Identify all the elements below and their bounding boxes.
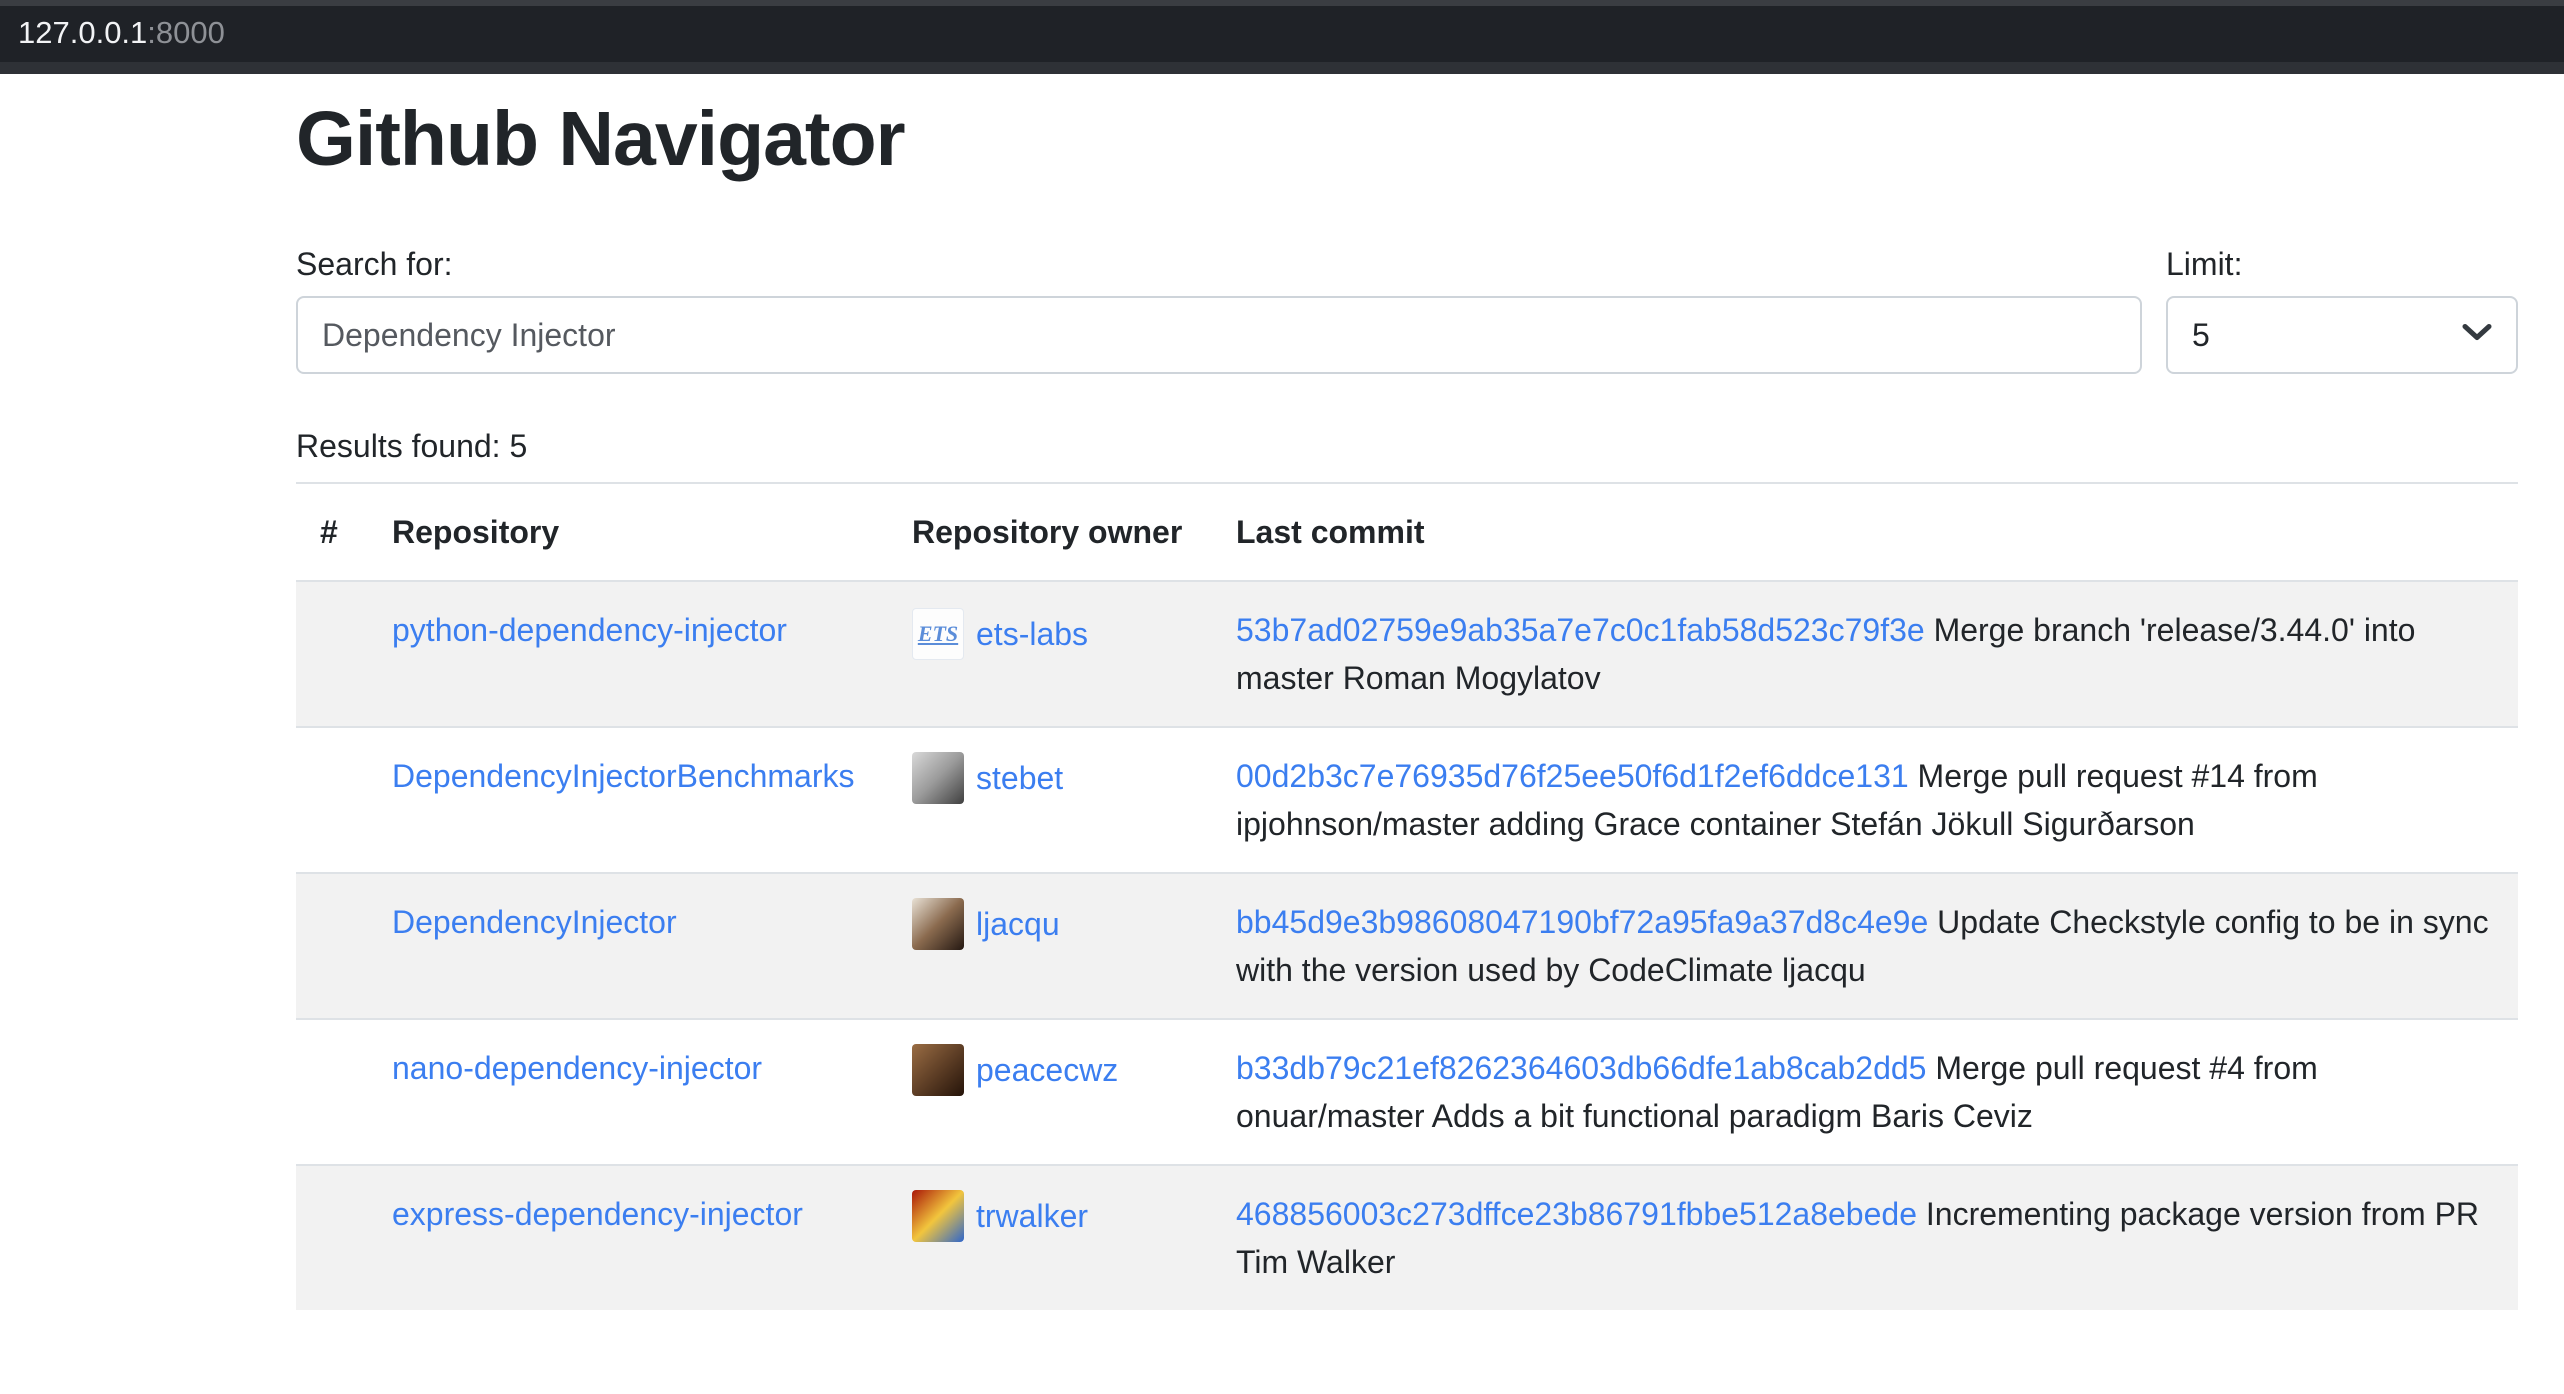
commit-hash-link[interactable]: bb45d9e3b98608047190bf72a95fa9a37d8c4e9e [1236, 904, 1928, 940]
column-header-owner: Repository owner [888, 483, 1212, 581]
results-table: # Repository Repository owner Last commi… [296, 482, 2518, 1310]
repository-link[interactable]: DependencyInjectorBenchmarks [392, 758, 854, 794]
commit-cell: b33db79c21ef8262364603db66dfe1ab8cab2dd5… [1212, 1019, 2518, 1165]
ljacqu-photo-avatar [912, 898, 964, 950]
address-bar[interactable]: 127.0.0.1:8000 [18, 13, 225, 53]
commit-hash-link[interactable]: b33db79c21ef8262364603db66dfe1ab8cab2dd5 [1236, 1050, 1926, 1086]
repository-cell: python-dependency-injector [368, 581, 888, 727]
browser-chrome-top-stripe [0, 0, 2564, 6]
column-header-last-commit: Last commit [1212, 483, 2518, 581]
repository-link[interactable]: DependencyInjector [392, 904, 677, 940]
search-form: Search for: Limit: 5 [296, 240, 2518, 374]
owner-link[interactable]: stebet [976, 754, 1063, 802]
repository-cell: DependencyInjector [368, 873, 888, 1019]
commit-cell: 468856003c273dffce23b86791fbbe512a8ebede… [1212, 1165, 2518, 1310]
owner-cell: peacecwz [888, 1019, 1212, 1165]
limit-label: Limit: [2166, 240, 2518, 288]
page-title: Github Navigator [296, 94, 2518, 184]
row-index-cell [296, 727, 368, 873]
table-row: express-dependency-injector trwalker 468… [296, 1165, 2518, 1310]
table-row: nano-dependency-injector peacecwz b33db7… [296, 1019, 2518, 1165]
peacecwz-photo-avatar [912, 1044, 964, 1096]
commit-cell: bb45d9e3b98608047190bf72a95fa9a37d8c4e9e… [1212, 873, 2518, 1019]
trwalker-photo-avatar [912, 1190, 964, 1242]
results-table-head: # Repository Repository owner Last commi… [296, 483, 2518, 581]
commit-hash-link[interactable]: 53b7ad02759e9ab35a7e7c0c1fab58d523c79f3e [1236, 612, 1925, 648]
column-header-repository: Repository [368, 483, 888, 581]
search-input[interactable] [296, 296, 2142, 374]
commit-cell: 00d2b3c7e76935d76f25ee50f6d1f2ef6ddce131… [1212, 727, 2518, 873]
repository-cell: nano-dependency-injector [368, 1019, 888, 1165]
repository-link[interactable]: express-dependency-injector [392, 1196, 803, 1232]
commit-hash-link[interactable]: 00d2b3c7e76935d76f25ee50f6d1f2ef6ddce131 [1236, 758, 1909, 794]
ets-labs-logo-avatar: ETS [912, 608, 964, 660]
commit-cell: 53b7ad02759e9ab35a7e7c0c1fab58d523c79f3e… [1212, 581, 2518, 727]
search-label: Search for: [296, 240, 2142, 288]
browser-chrome-bottom-stripe [0, 62, 2564, 74]
row-index-cell [296, 1019, 368, 1165]
owner-cell: stebet [888, 727, 1212, 873]
owner-link[interactable]: peacecwz [976, 1046, 1118, 1094]
owner-link[interactable]: ets-labs [976, 610, 1088, 658]
limit-group: Limit: 5 [2166, 240, 2518, 374]
table-row: DependencyInjector ljacqu bb45d9e3b98608… [296, 873, 2518, 1019]
address-host: 127.0.0.1 [18, 15, 147, 50]
row-index-cell [296, 873, 368, 1019]
repository-link[interactable]: python-dependency-injector [392, 612, 787, 648]
limit-select-wrap: 5 [2166, 296, 2518, 374]
owner-link[interactable]: trwalker [976, 1192, 1088, 1240]
column-header-index: # [296, 483, 368, 581]
repository-cell: express-dependency-injector [368, 1165, 888, 1310]
commit-hash-link[interactable]: 468856003c273dffce23b86791fbbe512a8ebede [1236, 1196, 1917, 1232]
row-index-cell [296, 1165, 368, 1310]
address-port: :8000 [147, 15, 225, 50]
owner-cell: ljacqu [888, 873, 1212, 1019]
limit-select[interactable]: 5 [2166, 296, 2518, 374]
table-row: python-dependency-injector ETS ets-labs … [296, 581, 2518, 727]
stebet-photo-avatar [912, 752, 964, 804]
repository-cell: DependencyInjectorBenchmarks [368, 727, 888, 873]
results-table-body: python-dependency-injector ETS ets-labs … [296, 581, 2518, 1310]
owner-cell: ETS ets-labs [888, 581, 1212, 727]
row-index-cell [296, 581, 368, 727]
repository-link[interactable]: nano-dependency-injector [392, 1050, 762, 1086]
owner-cell: trwalker [888, 1165, 1212, 1310]
results-summary: Results found: 5 [296, 422, 2518, 470]
owner-link[interactable]: ljacqu [976, 900, 1060, 948]
page-content: Github Navigator Search for: Limit: 5 Re… [296, 94, 2518, 1310]
browser-chrome: 127.0.0.1:8000 [0, 0, 2564, 74]
search-group: Search for: [296, 240, 2142, 374]
table-row: DependencyInjectorBenchmarks stebet 00d2… [296, 727, 2518, 873]
